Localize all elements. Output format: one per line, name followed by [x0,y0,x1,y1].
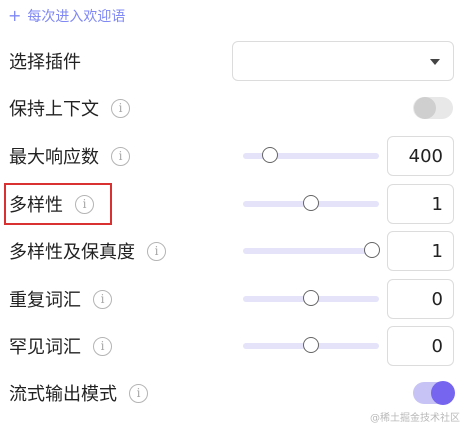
max-tokens-label: 最大响应数 [9,147,99,168]
diversity-fidelity-label: 多样性及保真度 [9,242,135,263]
info-icon[interactable]: i [111,98,130,118]
repeat-words-slider[interactable] [243,290,379,306]
info-icon[interactable]: i [129,383,148,403]
max-tokens-row: 最大响应数 i 400 [0,136,468,176]
stream-mode-row: 流式输出模式 i [0,373,468,413]
stream-mode-toggle[interactable] [413,381,455,405]
slider-thumb[interactable] [303,195,319,211]
max-tokens-slider[interactable] [243,147,379,163]
slider-thumb[interactable] [262,147,279,163]
diversity-slider[interactable] [243,195,379,211]
keep-context-row: 保持上下文 i [0,88,468,128]
plus-icon: + [8,6,22,25]
diversity-fidelity-input[interactable]: 1 [387,231,454,271]
add-welcome-message-link[interactable]: + 每次进入欢迎语 [8,4,125,28]
stream-mode-label: 流式输出模式 [9,384,117,405]
info-icon[interactable]: i [93,336,112,356]
rare-words-input[interactable]: 0 [387,326,454,366]
plugin-label: 选择插件 [9,52,81,73]
diversity-fidelity-slider[interactable] [243,242,381,258]
rare-words-row: 罕见词汇 i 0 [0,326,468,366]
info-icon[interactable]: i [93,289,112,309]
watermark: @稀土掘金技术社区 [370,413,460,424]
diversity-input[interactable]: 1 [387,184,454,224]
caret-down-icon [430,59,440,65]
repeat-words-label: 重复词汇 [9,290,81,311]
toggle-knob [431,381,455,405]
info-icon[interactable]: i [111,146,130,166]
highlight-box [4,183,112,225]
keep-context-toggle[interactable] [413,97,453,119]
slider-thumb[interactable] [303,337,319,353]
toggle-knob [414,97,436,119]
slider-thumb[interactable] [364,242,381,258]
plugin-row: 选择插件 [0,41,468,81]
rare-words-label: 罕见词汇 [9,337,81,358]
repeat-words-input[interactable]: 0 [387,279,454,319]
repeat-words-row: 重复词汇 i 0 [0,279,468,319]
slider-thumb[interactable] [303,290,319,306]
max-tokens-input[interactable]: 400 [387,136,454,176]
keep-context-label: 保持上下文 [9,99,99,120]
add-welcome-label: 每次进入欢迎语 [27,9,126,25]
info-icon[interactable]: i [147,241,166,261]
rare-words-slider[interactable] [243,337,379,353]
diversity-fidelity-row: 多样性及保真度 i 1 [0,231,468,271]
plugin-select[interactable] [232,41,454,81]
